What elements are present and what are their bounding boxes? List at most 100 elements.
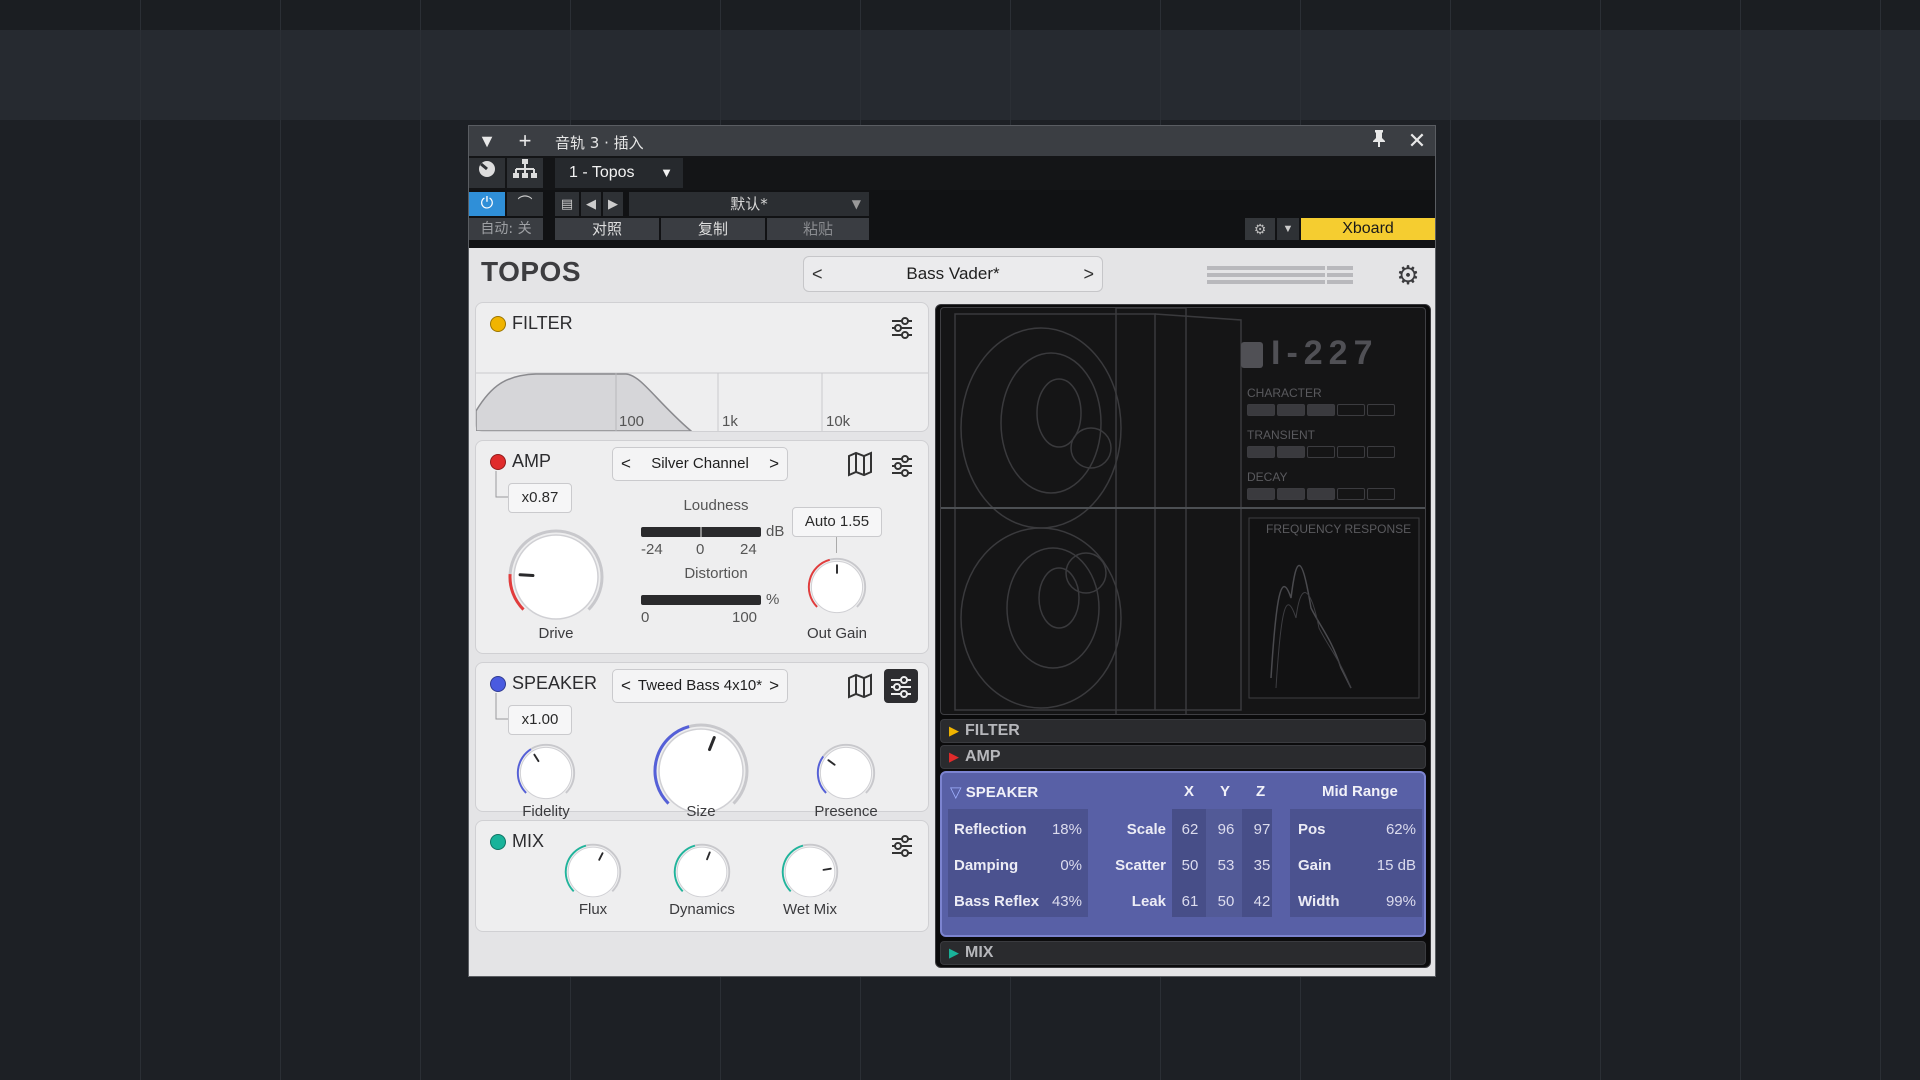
- speaker-visualizer[interactable]: I-227 CHARACTER TRANSIENT DECAY FREQUENC…: [940, 307, 1426, 715]
- segment-block: [1247, 488, 1275, 500]
- routing-icon[interactable]: [507, 158, 543, 188]
- scatter-y[interactable]: 53: [1212, 857, 1240, 874]
- scatter-z[interactable]: 35: [1248, 857, 1276, 874]
- prev-preset-icon[interactable]: ◀: [581, 192, 601, 216]
- width-value[interactable]: 99%: [1356, 893, 1416, 910]
- host-preset-select[interactable]: 默认* ▼: [629, 192, 869, 216]
- add-plus-icon[interactable]: +: [513, 129, 537, 153]
- speaker-title: SPEAKER: [512, 673, 598, 693]
- prev-arrow-icon[interactable]: <: [621, 670, 631, 702]
- filter-curve-graph[interactable]: [476, 371, 928, 431]
- plugin-preset-selector[interactable]: < Bass Vader* >: [803, 256, 1103, 292]
- plugin-slot-select[interactable]: 1 - Topos ▼: [555, 158, 683, 188]
- speaker-section-header[interactable]: ▽ SPEAKER: [950, 783, 1038, 801]
- gain-label: Gain: [1298, 857, 1332, 874]
- map-icon[interactable]: [846, 450, 874, 478]
- pos-value[interactable]: 62%: [1356, 821, 1416, 838]
- segment-block: [1307, 404, 1335, 416]
- sliders-active-button[interactable]: [884, 669, 918, 703]
- loudness-meter[interactable]: [641, 527, 761, 537]
- filter-tick-10k: 10k: [826, 413, 851, 430]
- preset-list-icon[interactable]: ▤: [555, 192, 579, 216]
- speaker-model-selector[interactable]: < Tweed Bass 4x10* >: [612, 669, 788, 703]
- flux-knob[interactable]: [562, 841, 624, 903]
- filter-tick-1k: 1k: [722, 413, 738, 430]
- automation-toggle[interactable]: 自动: 关: [469, 218, 543, 240]
- window-titlebar[interactable]: ▼ + 音轨 3 · 插入 ✕: [469, 126, 1435, 156]
- paste-button[interactable]: 粘贴: [767, 218, 869, 240]
- loudness-tick-min: -24: [641, 541, 663, 558]
- gain-value[interactable]: 15 dB: [1356, 857, 1416, 874]
- scatter-x[interactable]: 50: [1176, 857, 1204, 874]
- next-preset-icon[interactable]: ▶: [603, 192, 623, 216]
- loudness-label: Loudness: [683, 497, 749, 514]
- damping-value[interactable]: 0%: [1032, 857, 1082, 874]
- collapse-triangle-icon: ▽: [950, 784, 962, 801]
- plugin-slot-row: 1 - Topos ▼: [469, 156, 1435, 190]
- power-icon[interactable]: ⏻: [469, 192, 505, 216]
- prev-arrow-icon[interactable]: <: [621, 448, 631, 480]
- next-arrow-icon[interactable]: >: [1083, 257, 1094, 291]
- distortion-label: Distortion: [684, 565, 748, 582]
- drive-knob[interactable]: [506, 527, 606, 627]
- bass-reflex-label: Bass Reflex: [954, 893, 1040, 910]
- scale-y[interactable]: 96: [1212, 821, 1240, 838]
- copy-button[interactable]: 复制: [661, 218, 765, 240]
- menu-dropdown-icon[interactable]: ▼: [475, 129, 499, 153]
- section-amp-header[interactable]: ▶ AMP: [940, 745, 1426, 769]
- width-label: Width: [1298, 893, 1340, 910]
- leak-x[interactable]: 61: [1176, 893, 1204, 910]
- auto-gain-box[interactable]: Auto 1.55: [792, 507, 882, 537]
- sidechain-icon[interactable]: ⌒: [507, 192, 543, 216]
- transient-label: TRANSIENT: [1247, 428, 1316, 442]
- amp-enable-dot[interactable]: [490, 454, 506, 470]
- col-z-header: Z: [1256, 783, 1266, 800]
- plugin-settings-gear-icon[interactable]: ⚙: [1393, 260, 1423, 290]
- speaker-enable-dot[interactable]: [490, 676, 506, 692]
- section-mix-header[interactable]: ▶ MIX: [940, 941, 1426, 965]
- section-filter-header[interactable]: ▶ FILTER: [940, 719, 1426, 743]
- chevron-down-icon: ▼: [851, 197, 861, 211]
- presence-knob[interactable]: [814, 741, 878, 805]
- host-settings-icon[interactable]: ⚙: [1245, 218, 1275, 240]
- sliders-icon[interactable]: [888, 313, 916, 341]
- mix-enable-dot[interactable]: [490, 834, 506, 850]
- scale-x[interactable]: 62: [1176, 821, 1204, 838]
- next-arrow-icon[interactable]: >: [769, 448, 779, 480]
- bypass-dial-icon[interactable]: [469, 158, 505, 188]
- leak-y[interactable]: 50: [1212, 893, 1240, 910]
- amp-multiplier[interactable]: x0.87: [508, 483, 572, 513]
- filter-enable-dot[interactable]: [490, 316, 506, 332]
- wet-mix-knob[interactable]: [779, 841, 841, 903]
- sliders-icon[interactable]: [888, 451, 916, 479]
- xboard-button[interactable]: Xboard: [1301, 218, 1435, 240]
- dynamics-knob[interactable]: [671, 841, 733, 903]
- scale-z[interactable]: 97: [1248, 821, 1276, 838]
- speaker-parameters-panel: ▽ SPEAKER X Y Z Mid Range Reflection 18%…: [940, 771, 1426, 937]
- fidelity-knob[interactable]: [514, 741, 578, 805]
- character-label: CHARACTER: [1247, 386, 1322, 400]
- compare-button[interactable]: 对照: [555, 218, 659, 240]
- out-gain-knob[interactable]: [805, 555, 869, 619]
- close-icon[interactable]: ✕: [1405, 129, 1429, 153]
- sliders-icon: [891, 676, 911, 698]
- leak-z[interactable]: 42: [1248, 893, 1276, 910]
- speaker-multiplier[interactable]: x1.00: [508, 705, 572, 735]
- reflection-value[interactable]: 18%: [1032, 821, 1082, 838]
- amp-model-selector[interactable]: < Silver Channel >: [612, 447, 788, 481]
- segment-block: [1277, 404, 1305, 416]
- pin-icon[interactable]: [1367, 129, 1391, 153]
- filter-tick-100: 100: [619, 413, 645, 430]
- bass-reflex-value[interactable]: 43%: [1032, 893, 1082, 910]
- map-icon[interactable]: [846, 672, 874, 700]
- visual-display: I-227 CHARACTER TRANSIENT DECAY FREQUENC…: [935, 304, 1431, 968]
- distortion-meter[interactable]: [641, 595, 761, 605]
- sliders-icon[interactable]: [888, 831, 916, 859]
- auto-link-line: [836, 537, 837, 553]
- prev-arrow-icon[interactable]: <: [812, 257, 823, 291]
- speaker-panel: SPEAKER < Tweed Bass 4x10* > x1.00 Fidel…: [475, 662, 929, 820]
- mix-panel: MIX Flux Dynamics Wet Mix: [475, 820, 929, 932]
- next-arrow-icon[interactable]: >: [769, 670, 779, 702]
- chevron-down-icon[interactable]: ▼: [1277, 218, 1299, 240]
- segment-block: [1247, 446, 1275, 458]
